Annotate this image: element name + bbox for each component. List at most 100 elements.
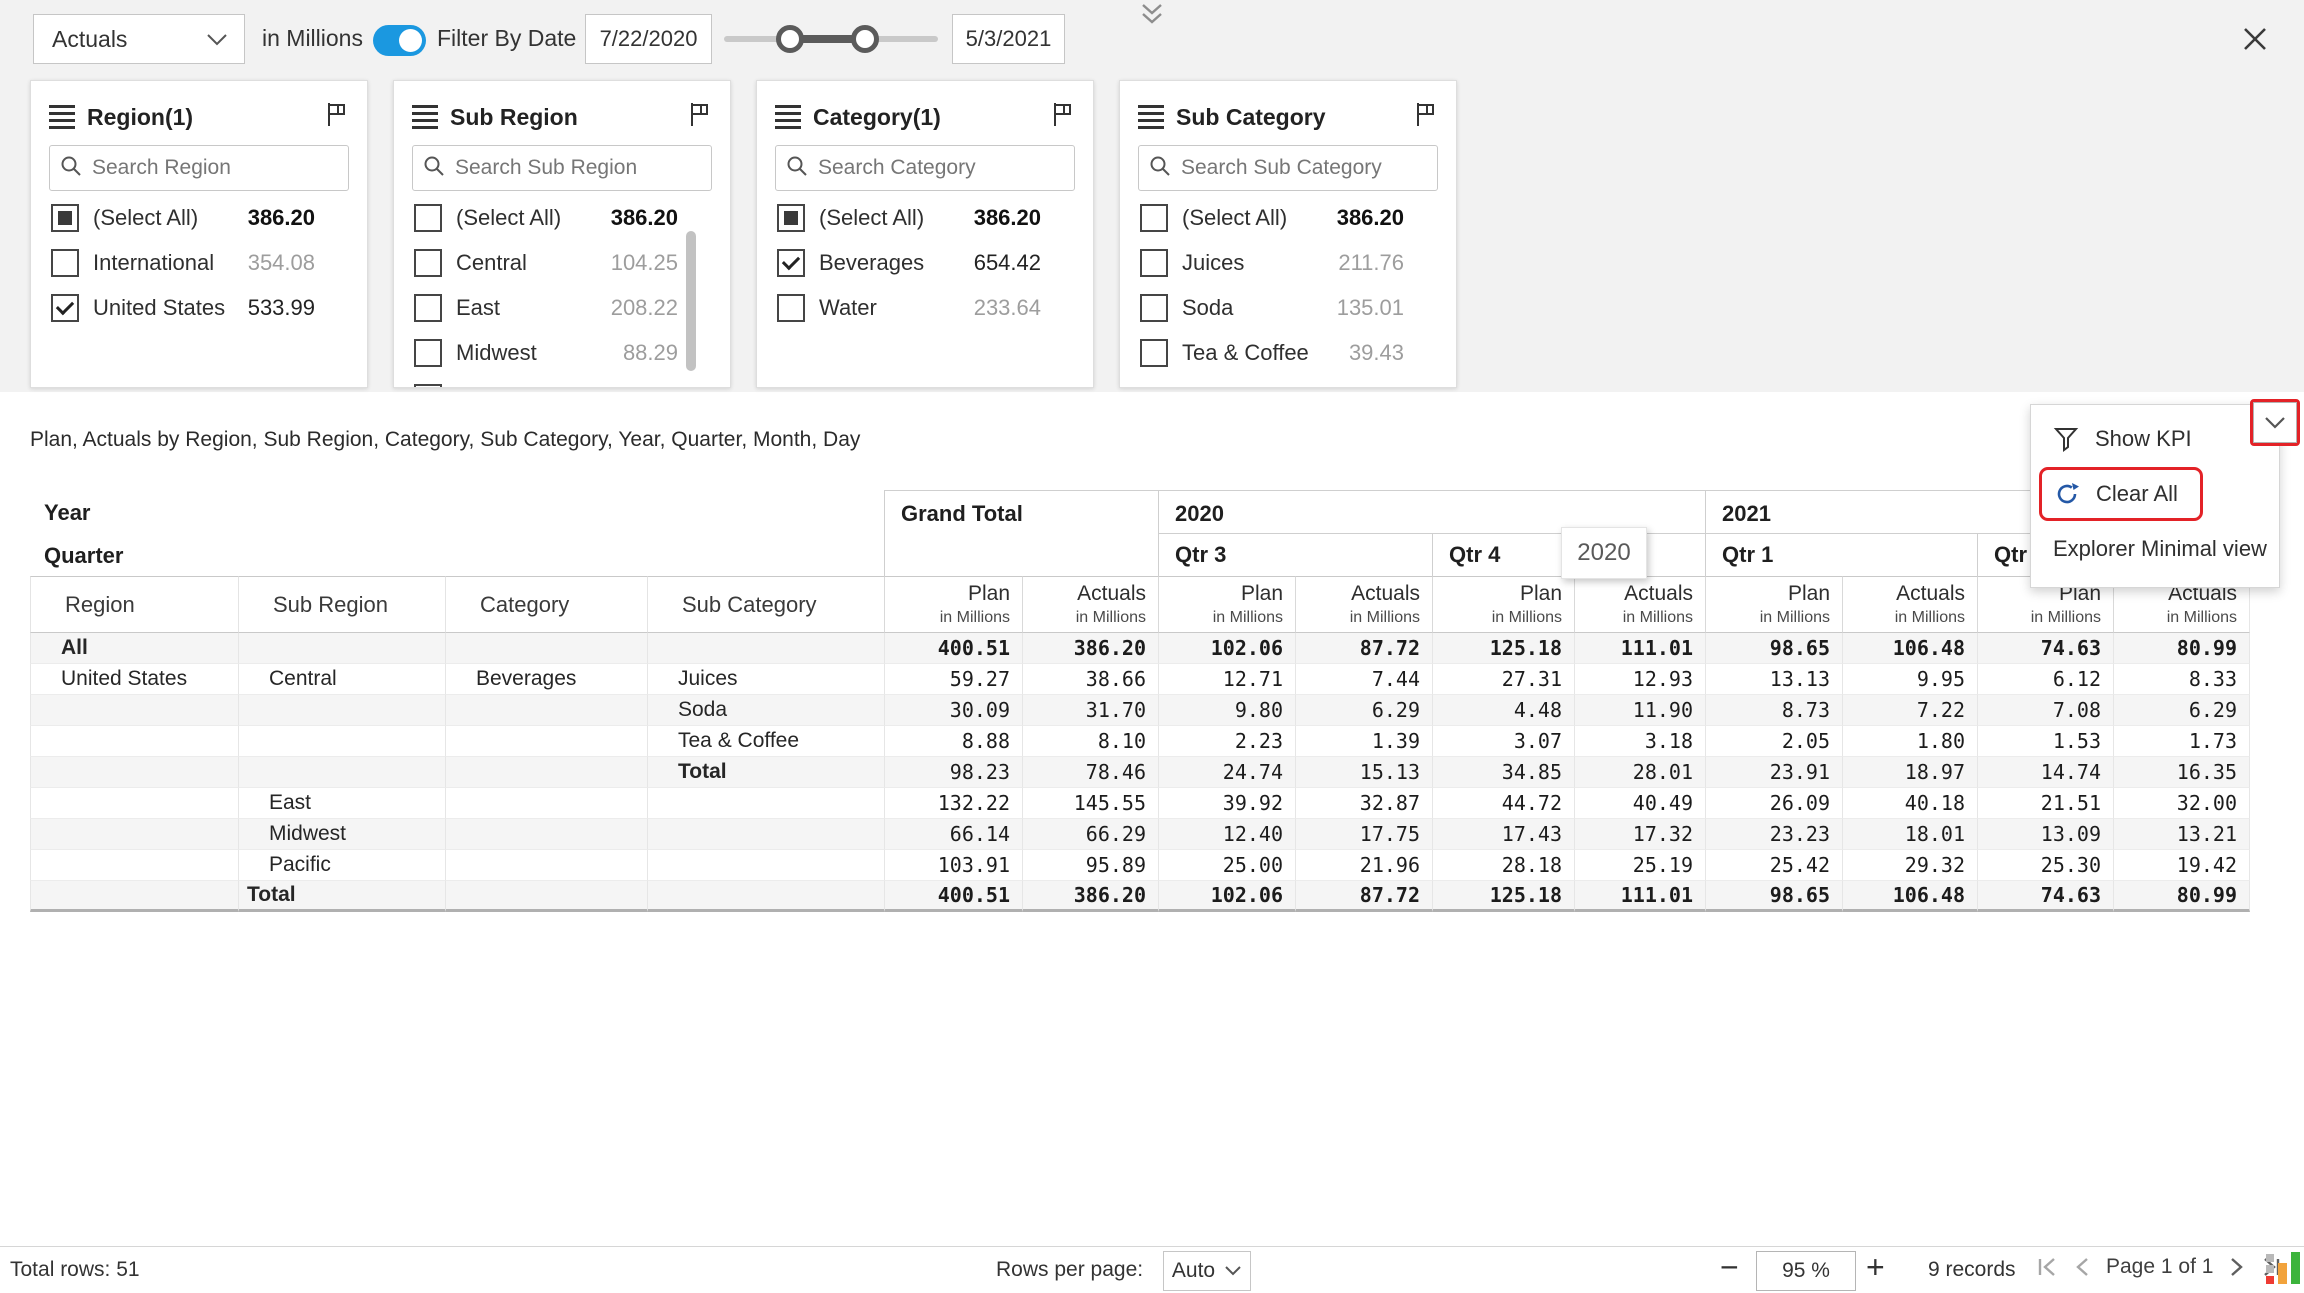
checkbox-unchecked[interactable] <box>1140 294 1168 322</box>
search-box <box>49 145 349 191</box>
rows-per-page-label: Rows per page: <box>996 1258 1143 1282</box>
quarter-axis-label: Quarter <box>30 533 884 576</box>
value-cell: 27.31 <box>1432 664 1574 695</box>
value-cell: 16.35 <box>2113 757 2250 788</box>
checkbox-indeterminate[interactable] <box>51 204 79 232</box>
filter-item[interactable]: United States533.99 <box>31 285 367 330</box>
filter-card-sub-region: Sub Region(Select All)386.20Central104.2… <box>393 80 731 388</box>
filter-item[interactable]: Central104.25 <box>394 240 730 285</box>
filter-card-sub-category: Sub Category (Select All)386.20Juices211.… <box>1119 80 1457 388</box>
drag-handle-icon[interactable] <box>775 105 801 129</box>
slider-handle-start[interactable] <box>776 25 804 53</box>
value-cell: 40.49 <box>1574 788 1705 819</box>
filter-item[interactable]: International354.08 <box>31 240 367 285</box>
row-label-cell: Central <box>238 664 445 695</box>
search-input[interactable] <box>90 155 365 181</box>
value-cell: 102.06 <box>1158 633 1295 664</box>
mini-chart-icon[interactable] <box>2266 1250 2302 1288</box>
checkbox-unchecked[interactable] <box>414 294 442 322</box>
search-box <box>1138 145 1438 191</box>
value-cell: 25.30 <box>1977 850 2113 881</box>
value-cell: 386.20 <box>1022 633 1158 664</box>
search-input[interactable] <box>453 155 728 181</box>
scrollbar-thumb[interactable] <box>686 231 696 371</box>
previous-page-icon[interactable] <box>2072 1255 2092 1279</box>
checkbox-unchecked[interactable] <box>1140 339 1168 367</box>
zoom-out-button[interactable]: − <box>1720 1249 1739 1286</box>
filter-panel-background: Actuals in Millions Filter By Date 7/22/… <box>0 0 2304 392</box>
value-cell: 2.05 <box>1705 726 1842 757</box>
menu-item-explorer-minimal-view[interactable]: Explorer Minimal view <box>2031 523 2279 575</box>
value-cell: 8.33 <box>2113 664 2250 695</box>
filter-item[interactable]: (Select All)386.20 <box>1120 195 1456 240</box>
rows-per-page-dropdown[interactable]: Auto <box>1163 1251 1251 1291</box>
date-start-input[interactable]: 7/22/2020 <box>585 14 712 64</box>
flag-icon[interactable] <box>1051 101 1075 133</box>
filter-item[interactable]: Soda135.01 <box>1120 285 1456 330</box>
flag-icon[interactable] <box>1414 101 1438 133</box>
first-page-icon[interactable] <box>2036 1255 2060 1279</box>
slider-handle-end[interactable] <box>851 25 879 53</box>
filter-item-label: Soda <box>1182 295 1337 321</box>
filter-item[interactable]: East208.22 <box>394 285 730 330</box>
filter-card-title: Sub Category <box>1176 104 1414 131</box>
checkbox-unchecked[interactable] <box>414 339 442 367</box>
filter-item[interactable]: Pacific133.24 <box>394 375 730 388</box>
filter-by-date-toggle[interactable] <box>373 25 426 56</box>
zoom-in-button[interactable]: + <box>1866 1249 1885 1286</box>
row-label-cell: All <box>30 633 238 664</box>
flag-icon[interactable] <box>325 101 349 133</box>
menu-item-show-kpi[interactable]: Show KPI <box>2031 413 2279 465</box>
measure-header: Planin Millions <box>1158 576 1295 633</box>
row-label-cell <box>445 881 647 912</box>
value-cell: 1.53 <box>1977 726 2113 757</box>
close-icon[interactable] <box>2240 24 2270 54</box>
chevron-down-icon <box>206 26 228 53</box>
filter-item[interactable]: (Select All)386.20 <box>394 195 730 240</box>
checkbox-unchecked[interactable] <box>1140 249 1168 277</box>
checkbox-unchecked[interactable] <box>51 249 79 277</box>
flag-icon[interactable] <box>688 101 712 133</box>
checkbox-unchecked[interactable] <box>1140 204 1168 232</box>
date-range-slider[interactable] <box>724 14 938 64</box>
value-cell: 23.91 <box>1705 757 1842 788</box>
menu-item-clear-all[interactable]: Clear All <box>2042 470 2178 518</box>
explorer-visual: Actuals in Millions Filter By Date 7/22/… <box>0 0 2304 1293</box>
value-cell: 30.09 <box>884 695 1022 726</box>
filter-item[interactable]: Midwest88.29 <box>394 330 730 375</box>
checkbox-unchecked[interactable] <box>777 294 805 322</box>
checkbox-unchecked[interactable] <box>414 384 442 389</box>
filter-item[interactable]: Beverages654.42 <box>757 240 1093 285</box>
filter-item[interactable]: (Select All)386.20 <box>31 195 367 240</box>
search-input[interactable] <box>1179 155 1454 181</box>
checkbox-checked[interactable] <box>51 294 79 322</box>
checkbox-unchecked[interactable] <box>414 249 442 277</box>
quarter-group-header: Qtr 1 <box>1705 533 1977 576</box>
drag-handle-icon[interactable] <box>412 105 438 129</box>
menu-chevron-button[interactable] <box>2250 399 2300 446</box>
records-count-label: 9 records <box>1928 1258 2016 1282</box>
checkbox-indeterminate[interactable] <box>777 204 805 232</box>
drag-handle-icon[interactable] <box>1138 105 1164 129</box>
total-rows-label: Total rows: 51 <box>10 1258 140 1282</box>
collapse-double-chevron-icon[interactable] <box>1138 2 1166 33</box>
filter-item[interactable]: Water233.64 <box>757 285 1093 330</box>
search-input[interactable] <box>816 155 1091 181</box>
value-cell: 3.07 <box>1432 726 1574 757</box>
filter-item[interactable]: Juices211.76 <box>1120 240 1456 285</box>
date-end-input[interactable]: 5/3/2021 <box>952 14 1065 64</box>
measure-select-dropdown[interactable]: Actuals <box>33 14 245 64</box>
filter-item[interactable]: Tea & Coffee39.43 <box>1120 330 1456 375</box>
row-label-cell <box>30 819 238 850</box>
drag-handle-icon[interactable] <box>49 105 75 129</box>
next-page-icon[interactable] <box>2227 1255 2247 1279</box>
checkbox-checked[interactable] <box>777 249 805 277</box>
filter-item-label: (Select All) <box>93 205 248 231</box>
measure-header: Actualsin Millions <box>1842 576 1977 633</box>
filter-card-region: Region(1)(Select All)386.20International… <box>30 80 368 388</box>
checkbox-unchecked[interactable] <box>414 204 442 232</box>
value-cell: 17.75 <box>1295 819 1432 850</box>
filter-item[interactable]: (Select All)386.20 <box>757 195 1093 240</box>
zoom-level-input[interactable]: 95 % <box>1756 1251 1856 1291</box>
column-header-region: Region <box>30 576 238 633</box>
